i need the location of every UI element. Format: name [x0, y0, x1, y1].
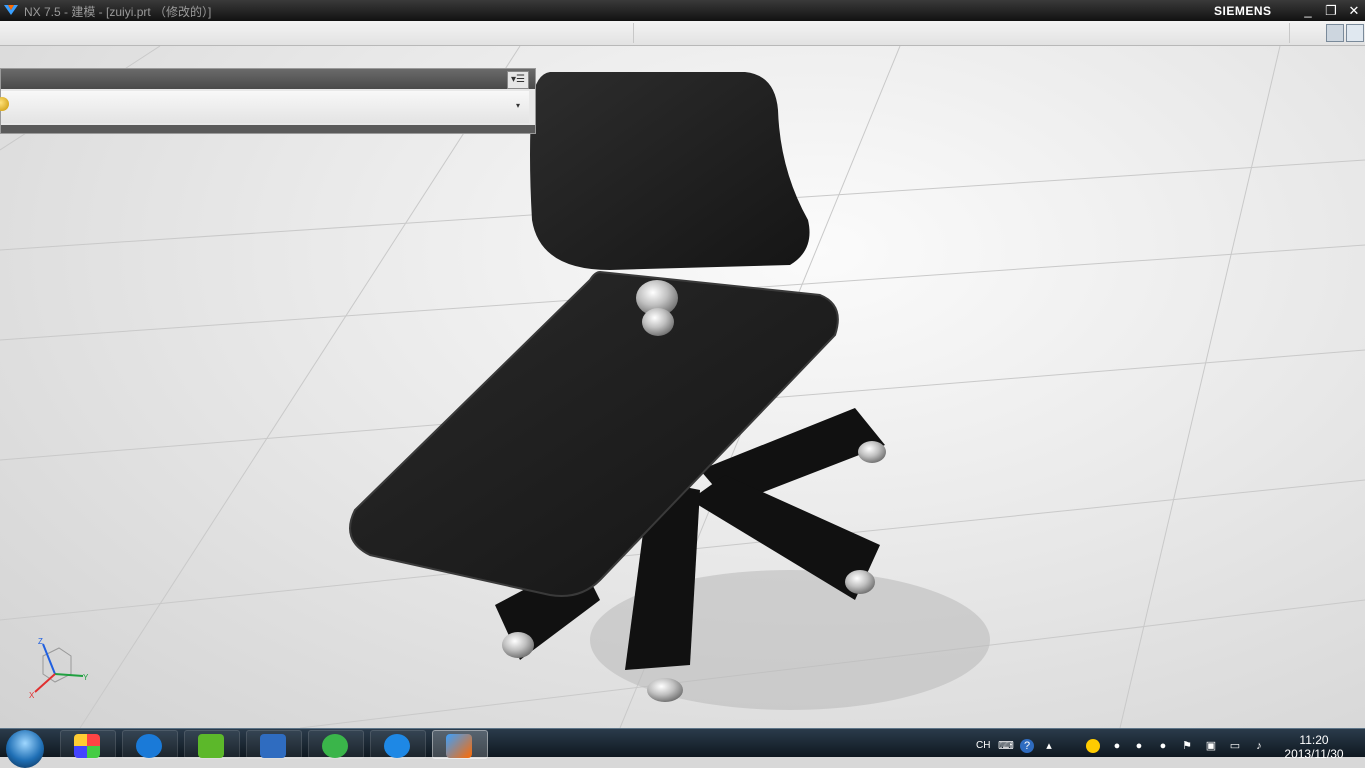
window-title: NX 7.5 - 建模 - [zuiyi.prt （修改的）]	[24, 5, 212, 19]
media-player-icon	[384, 734, 410, 758]
title-bar: NX 7.5 - 建模 - [zuiyi.prt （修改的）] SIEMENS …	[0, 0, 1365, 21]
z-axis-icon	[42, 643, 56, 675]
video-editor-icon	[260, 734, 286, 758]
taskbar-app-3[interactable]	[184, 730, 240, 759]
graphics-viewport[interactable]: Z Y X	[0, 46, 1365, 728]
qq-icon[interactable]: ●	[1156, 739, 1170, 753]
seat[interactable]	[349, 270, 839, 597]
taskbar-app-nx[interactable]	[432, 730, 488, 759]
qq-icon[interactable]: ●	[1132, 739, 1146, 753]
restore-button[interactable]: ❐	[1321, 2, 1341, 19]
panel-footer	[1, 125, 535, 133]
clock-time: 11:20	[1299, 733, 1329, 747]
tray-expand-icon[interactable]: ▴	[1042, 739, 1056, 753]
toolbar-separator	[1289, 23, 1290, 43]
panel-dropdown[interactable]: ▾	[1, 91, 529, 123]
view-grid-icon[interactable]	[1326, 24, 1344, 42]
seat-post-lower	[642, 308, 674, 336]
start-button[interactable]	[6, 730, 44, 768]
taskbar-app-6[interactable]	[370, 730, 426, 759]
flag-icon[interactable]: ⚑	[1180, 739, 1194, 753]
taskbar: CH ⌨ ? ▴ ● ● ● ⚑ ▣ ▭ ♪ 11:20 2013/11/30	[0, 728, 1365, 768]
y-label: Y	[83, 673, 89, 682]
toolbar-separator	[633, 23, 634, 43]
volume-icon[interactable]: ♪	[1252, 739, 1266, 753]
z-label: Z	[38, 637, 43, 646]
app-icon	[74, 734, 100, 758]
close-button[interactable]: ✕	[1344, 2, 1364, 19]
x-label: X	[29, 691, 35, 700]
x-axis-icon	[34, 673, 56, 693]
qq-icon[interactable]: ●	[1110, 739, 1124, 753]
taskbar-app-4[interactable]	[246, 730, 302, 759]
clock-date: 2013/11/30	[1284, 747, 1344, 761]
axis-triad: Z Y X	[29, 637, 89, 700]
chair-model-scene[interactable]	[0, 46, 1365, 728]
network-icon[interactable]: ▭	[1228, 739, 1242, 753]
backrest[interactable]	[530, 72, 810, 270]
resource-panel: ▾☰ ▾	[0, 68, 536, 134]
fit-view-icon[interactable]	[1346, 24, 1364, 42]
language-indicator[interactable]: CH	[976, 740, 990, 751]
taskbar-app-5[interactable]	[308, 730, 364, 759]
taskbar-app-1[interactable]	[60, 730, 116, 759]
kugou-icon	[136, 734, 162, 758]
help-icon[interactable]: ?	[1020, 739, 1034, 753]
dropdown-arrow-icon[interactable]: ▾	[516, 101, 520, 110]
tray-app-icon[interactable]	[1086, 739, 1100, 753]
system-clock[interactable]: 11:20 2013/11/30	[1284, 733, 1344, 761]
keyboard-icon[interactable]: ⌨	[998, 739, 1014, 753]
sync-icon	[322, 734, 348, 758]
panel-header: ▾☰	[1, 69, 535, 89]
panel-menu-button[interactable]: ▾☰	[507, 71, 529, 89]
toolbar	[0, 21, 1365, 46]
y-axis-icon	[54, 673, 84, 677]
minimize-button[interactable]: _	[1298, 2, 1318, 19]
nx-icon	[446, 734, 472, 758]
siemens-logo: SIEMENS	[1214, 4, 1272, 18]
nx-app-icon	[4, 5, 18, 15]
iqiyi-icon	[198, 734, 224, 758]
safe-remove-icon[interactable]: ▣	[1204, 739, 1218, 753]
taskbar-app-2[interactable]	[122, 730, 178, 759]
